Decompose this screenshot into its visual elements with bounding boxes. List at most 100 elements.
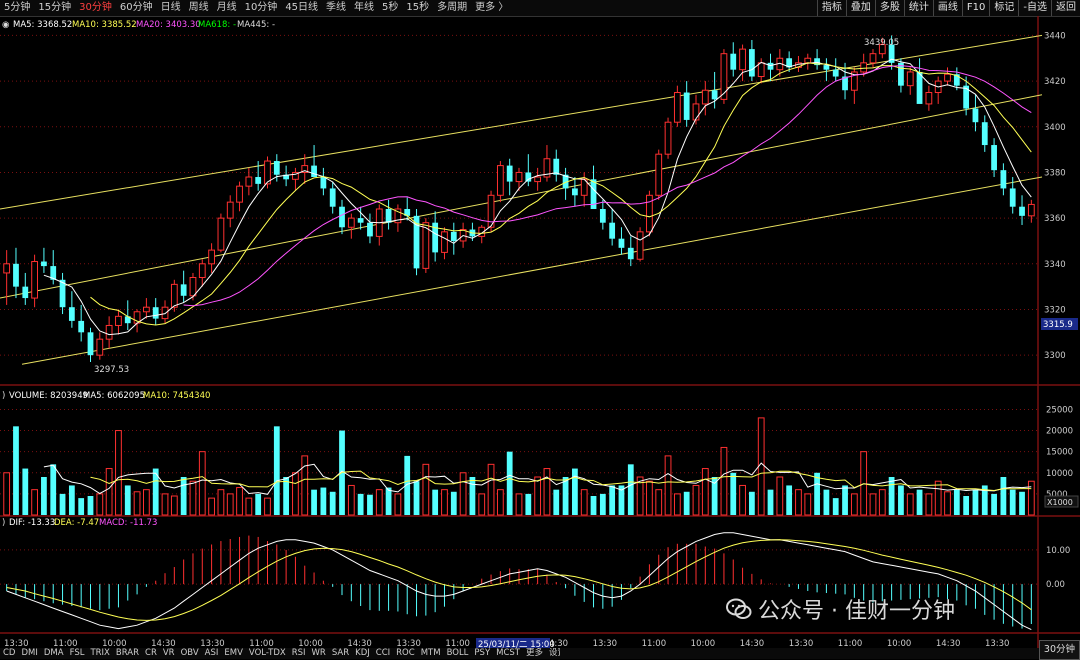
indicator-tab-16[interactable]: CCI (373, 648, 393, 659)
candle-body (730, 53, 737, 70)
indicator-tab-23[interactable]: 设置 (546, 648, 560, 659)
volume-bar (553, 489, 560, 515)
legend-volume-ma5: MA5: 6062095 (83, 391, 145, 401)
indicator-tab-22[interactable]: 更多 (523, 648, 546, 659)
time-tick-label: 13:30 (396, 639, 421, 648)
time-tick-label: 10:00 (298, 639, 323, 648)
indicator-tab-5[interactable]: BRAR (113, 648, 142, 659)
tab-15min[interactable]: 15分钟 (34, 0, 75, 16)
time-tick-label: 10:00 (102, 639, 127, 648)
volume-bar (543, 468, 551, 516)
volume-bar (906, 493, 914, 516)
candle-body (329, 188, 336, 207)
indicator-tab-0[interactable]: CD (0, 648, 18, 659)
volume-bar (963, 496, 970, 515)
candle-body (273, 161, 280, 175)
volume-bar (506, 451, 513, 515)
tab-daily[interactable]: 日线 (157, 0, 185, 16)
draw-line-button[interactable]: 画线 (932, 0, 962, 16)
volume-bar (413, 481, 420, 515)
volume-settings-icon[interactable]: ) (2, 391, 5, 401)
indicator-tab-19[interactable]: BOLL (444, 648, 472, 659)
tab-quarterly[interactable]: 季线 (322, 0, 350, 16)
time-tick-label: 10:00 (887, 639, 912, 648)
indicator-tab-15[interactable]: KDJ (352, 648, 373, 659)
indicator-tab-4[interactable]: TRIX (87, 648, 112, 659)
legend-dif: DIF: -13.33 (9, 518, 55, 528)
remove-watchlist-button[interactable]: -自选 (1018, 0, 1051, 16)
price-tick-label: 3340 (1044, 260, 1066, 270)
tab-monthly[interactable]: 月线 (213, 0, 241, 16)
indicator-tab-12[interactable]: RSI (289, 648, 309, 659)
tab-5min[interactable]: 5分钟 (0, 0, 34, 16)
volume-bar (422, 463, 430, 516)
ma10-line (90, 62, 1032, 326)
tab-5sec[interactable]: 5秒 (378, 0, 402, 16)
candle-body (534, 176, 542, 183)
overlay-button[interactable]: 叠加 (845, 0, 875, 16)
mark-button[interactable]: 标记 (989, 0, 1018, 16)
volume-tick-label: 10000 (1046, 469, 1073, 479)
tab-45day[interactable]: 45日线 (281, 0, 322, 16)
tab-weekly[interactable]: 周线 (185, 0, 213, 16)
kline-chart[interactable]: 3300332033403360338034003420344050001000… (0, 16, 1080, 648)
tab-more[interactable]: 更多 〉 (471, 0, 512, 16)
indicator-tab-2[interactable]: DMA (41, 648, 67, 659)
multi-stock-button[interactable]: 多股 (874, 0, 904, 16)
indicator-tab-6[interactable]: CR (142, 648, 160, 659)
indicator-tab-14[interactable]: SAR (329, 648, 352, 659)
time-tick-label: 14:30 (740, 639, 765, 648)
candle-body (96, 338, 104, 356)
tab-10min[interactable]: 10分钟 (241, 0, 282, 16)
volume-unit-label: X1000 (1047, 498, 1073, 507)
indicator-tab-17[interactable]: ROC (393, 648, 418, 659)
volume-bar (832, 498, 839, 515)
candle-body (572, 188, 578, 196)
indicator-tab-21[interactable]: MCST (493, 648, 523, 659)
indicator-tab-1[interactable]: DMI (18, 648, 40, 659)
indicator-button[interactable]: 指标 (816, 0, 846, 16)
tab-multi-period[interactable]: 多周期 (433, 0, 471, 16)
stats-button[interactable]: 统计 (903, 0, 933, 16)
indicator-tab-20[interactable]: PSY (471, 648, 493, 659)
time-tick-label: 13:30 (4, 639, 29, 648)
indicator-tab-18[interactable]: MTM (418, 648, 444, 659)
period-badge[interactable]: 30分钟 (1038, 640, 1080, 660)
indicator-tabs: CD DMI DMA FSL TRIX BRAR CR VR OBV ASI EMV VOL-TDX R… (0, 648, 560, 659)
tab-60min[interactable]: 60分钟 (116, 0, 157, 16)
indicator-tab-11[interactable]: VOL-TDX (246, 648, 289, 659)
volume-bar (748, 491, 755, 515)
volume-bar (226, 493, 234, 516)
time-tick-label: 13:30 (985, 639, 1010, 648)
settings-icon[interactable]: ◉ (2, 20, 9, 30)
candle-body (357, 218, 364, 223)
candle-body (944, 73, 951, 82)
indicator-tab-7[interactable]: VR (160, 648, 178, 659)
candle-body (1019, 206, 1025, 216)
volume-bar (320, 487, 327, 515)
volume-bar (105, 468, 113, 516)
indicator-tab-13[interactable]: WR (309, 648, 329, 659)
volume-bar (1027, 480, 1035, 516)
volume-bar (142, 489, 150, 516)
indicator-toolbar: CD DMI DMA FSL TRIX BRAR CR VR OBV ASI EMV VOL-TDX R… (0, 640, 1080, 660)
volume-bar (124, 485, 131, 515)
volume-bar (347, 484, 355, 516)
volume-bar (273, 426, 280, 515)
volume-bar (245, 497, 253, 516)
tab-yearly[interactable]: 年线 (350, 0, 378, 16)
back-button[interactable]: 返回 (1051, 0, 1080, 16)
indicator-tab-8[interactable]: OBV (178, 648, 202, 659)
candle-body (757, 62, 765, 78)
time-tick-label: 14:30 (936, 639, 961, 648)
volume-bar (41, 477, 47, 515)
candle-body (655, 153, 663, 196)
f10-button[interactable]: F10 (961, 0, 989, 16)
indicator-tab-9[interactable]: ASI (202, 648, 222, 659)
tab-15sec[interactable]: 15秒 (402, 0, 433, 16)
candle-body (618, 238, 625, 248)
tab-30min[interactable]: 30分钟 (75, 0, 116, 16)
indicator-tab-10[interactable]: EMV (221, 648, 246, 659)
macd-settings-icon[interactable]: ) (2, 518, 5, 528)
indicator-tab-3[interactable]: FSL (67, 648, 88, 659)
